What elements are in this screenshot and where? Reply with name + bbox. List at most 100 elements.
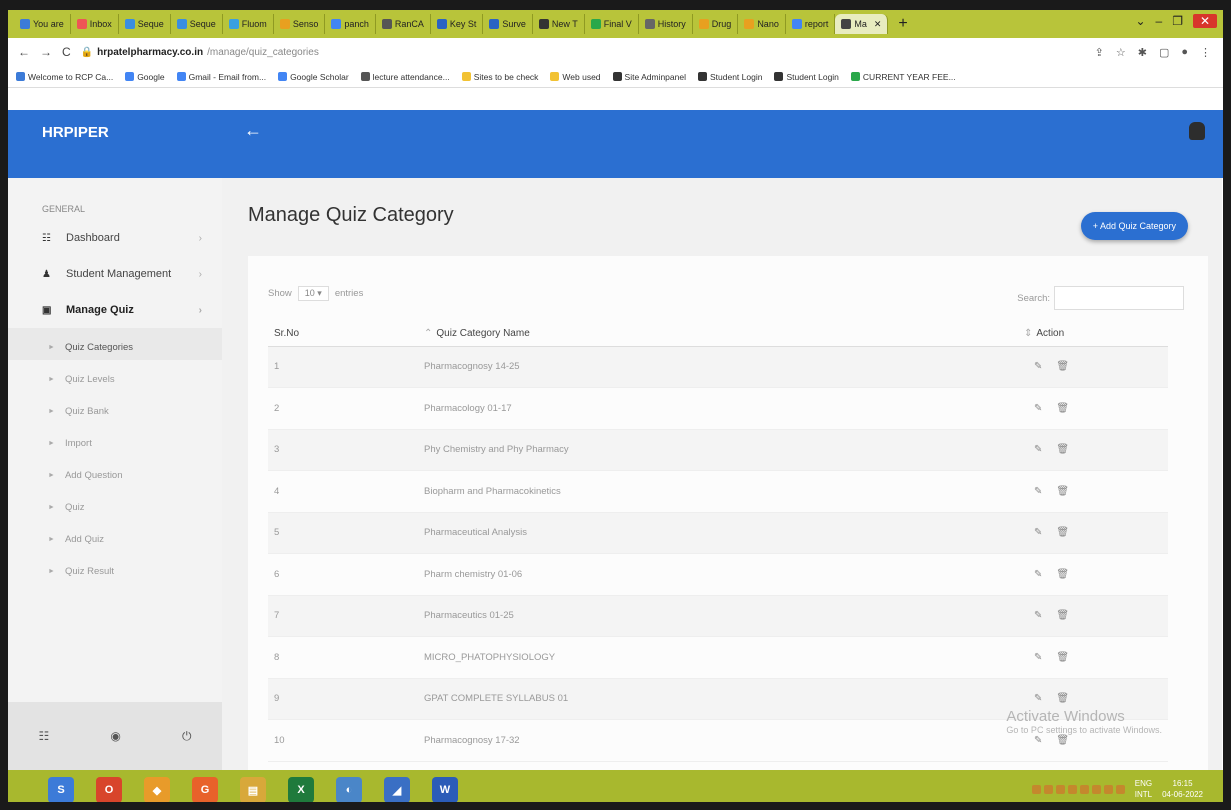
- taskbar-app-icon[interactable]: X: [288, 777, 314, 802]
- sidebar-subitem-quiz-bank[interactable]: ► Quiz Bank: [48, 406, 109, 417]
- browser-tab[interactable]: You are: [14, 14, 71, 34]
- tray-icon[interactable]: [1031, 784, 1041, 794]
- sidebar-subitem-quiz-result[interactable]: ► Quiz Result: [48, 566, 114, 577]
- browser-tab[interactable]: RanCA: [376, 14, 431, 34]
- bookmark-item[interactable]: Welcome to RCP Ca...: [16, 72, 113, 82]
- taskbar-app-icon[interactable]: G: [192, 777, 218, 802]
- share-icon[interactable]: ⇪: [1095, 46, 1104, 59]
- browser-tab[interactable]: Nano: [738, 14, 786, 34]
- back-nav-icon[interactable]: ←: [18, 45, 30, 59]
- grid-icon[interactable]: ☷: [39, 729, 50, 743]
- browser-tab[interactable]: Fluom: [223, 14, 274, 34]
- browser-tab[interactable]: Inbox: [71, 14, 119, 34]
- taskbar-app-icon[interactable]: ◆: [144, 777, 170, 802]
- browser-tab[interactable]: Ma ✕: [835, 14, 889, 34]
- taskbar-app-icon[interactable]: ◐: [336, 777, 362, 802]
- edit-icon[interactable]: ✎: [1034, 527, 1042, 538]
- edit-icon[interactable]: ✎: [1034, 652, 1042, 663]
- browser-tab[interactable]: History: [639, 14, 693, 34]
- tray-icon[interactable]: [1091, 784, 1101, 794]
- back-arrow-icon[interactable]: ←: [244, 120, 262, 141]
- extensions-icon[interactable]: ✱: [1138, 46, 1147, 59]
- browser-tab[interactable]: Key St: [431, 14, 484, 34]
- taskbar-app-icon[interactable]: ◢: [384, 777, 410, 802]
- chevron-down-icon[interactable]: ⌄: [1135, 14, 1145, 28]
- star-icon[interactable]: ☆: [1116, 46, 1126, 59]
- delete-icon[interactable]: 🗑: [1056, 361, 1069, 372]
- tray-icon[interactable]: [1067, 784, 1077, 794]
- minimize-icon[interactable]: –: [1156, 14, 1163, 28]
- bookmark-item[interactable]: Student Login: [697, 72, 762, 82]
- maximize-icon[interactable]: ❐: [1172, 14, 1183, 28]
- taskbar-app-icon[interactable]: O: [96, 777, 122, 802]
- delete-icon[interactable]: 🗑: [1056, 610, 1069, 621]
- delete-icon[interactable]: 🗑: [1056, 444, 1069, 455]
- edit-icon[interactable]: ✎: [1034, 486, 1042, 497]
- delete-icon[interactable]: 🗑: [1056, 569, 1069, 580]
- browser-tab[interactable]: Drug: [693, 14, 739, 34]
- column-header-category-name[interactable]: ⌃ Quiz Category Name: [418, 322, 1018, 347]
- sidebar-subitem-quiz[interactable]: ► Quiz: [48, 502, 84, 513]
- sidebar-subitem-quiz-categories[interactable]: ► Quiz Categories: [48, 342, 133, 353]
- sidebar-item-dashboard[interactable]: ☷ Dashboard ›: [42, 232, 202, 244]
- profile-icon[interactable]: ●: [1181, 46, 1188, 59]
- taskbar-app-icon[interactable]: W: [432, 777, 458, 802]
- browser-tab[interactable]: New T: [533, 14, 585, 34]
- language-indicator[interactable]: ENG INTL: [1135, 778, 1152, 800]
- bookmark-item[interactable]: Site Adminpanel: [612, 72, 686, 82]
- new-tab-icon[interactable]: +: [888, 15, 917, 33]
- sidebar-item-student-management[interactable]: ♟ Student Management ›: [42, 268, 202, 280]
- edit-icon[interactable]: ✎: [1034, 693, 1042, 704]
- delete-icon[interactable]: 🗑: [1056, 693, 1069, 704]
- browser-tab[interactable]: report: [786, 14, 836, 34]
- browser-tab[interactable]: Seque: [119, 14, 171, 34]
- taskbar-app-icon[interactable]: S: [48, 777, 74, 802]
- column-header-action[interactable]: ⇕ Action: [1018, 322, 1168, 347]
- browser-tab[interactable]: Senso: [274, 14, 326, 34]
- sidebar-subitem-add-quiz[interactable]: ► Add Quiz: [48, 534, 104, 545]
- bookmark-item[interactable]: Google Scholar: [278, 72, 349, 82]
- bookmark-item[interactable]: Web used: [550, 72, 601, 82]
- bookmark-item[interactable]: lecture attendance...: [360, 72, 450, 82]
- bookmark-item[interactable]: Sites to be check: [461, 72, 538, 82]
- bookmark-item[interactable]: Google: [125, 72, 165, 82]
- brand-logo[interactable]: HRPIPER: [42, 124, 109, 141]
- sidebar-subitem-quiz-levels[interactable]: ► Quiz Levels: [48, 374, 115, 385]
- sidebar-subitem-add-question[interactable]: ► Add Question: [48, 470, 123, 481]
- browser-tab[interactable]: panch: [325, 14, 376, 34]
- bookmark-item[interactable]: Student Login: [774, 72, 839, 82]
- edit-icon[interactable]: ✎: [1034, 403, 1042, 414]
- more-icon[interactable]: ⋮: [1200, 46, 1211, 59]
- add-quiz-category-button[interactable]: + Add Quiz Category: [1080, 212, 1188, 240]
- url-field[interactable]: 🔒 hrpatelpharmacy.co.in/manage/quiz_cate…: [81, 47, 319, 58]
- edit-icon[interactable]: ✎: [1034, 610, 1042, 621]
- avatar[interactable]: [1189, 122, 1205, 140]
- tray-icon[interactable]: [1103, 784, 1113, 794]
- power-icon[interactable]: ⏻: [182, 729, 192, 744]
- sidepanel-icon[interactable]: ▢: [1159, 46, 1169, 59]
- delete-icon[interactable]: 🗑: [1056, 486, 1069, 497]
- forward-nav-icon[interactable]: →: [40, 45, 52, 59]
- edit-icon[interactable]: ✎: [1034, 569, 1042, 580]
- column-header-srno[interactable]: Sr.No: [268, 322, 418, 347]
- edit-icon[interactable]: ✎: [1034, 735, 1042, 746]
- browser-tab[interactable]: Seque: [171, 14, 223, 34]
- sidebar-item-manage-quiz[interactable]: ▣ Manage Quiz ›: [42, 304, 202, 316]
- delete-icon[interactable]: 🗑: [1056, 735, 1069, 746]
- entries-select[interactable]: 10 ▾: [297, 286, 329, 301]
- reload-icon[interactable]: C: [62, 45, 71, 59]
- delete-icon[interactable]: 🗑: [1056, 403, 1069, 414]
- search-input[interactable]: [1054, 286, 1184, 310]
- bookmark-item[interactable]: Gmail - Email from...: [176, 72, 266, 82]
- eye-icon[interactable]: ◉: [110, 729, 120, 743]
- edit-icon[interactable]: ✎: [1034, 361, 1042, 372]
- tab-close-icon[interactable]: ✕: [874, 19, 882, 30]
- system-clock[interactable]: 16:15 04-06-2022: [1162, 778, 1203, 800]
- browser-tab[interactable]: Surve: [483, 14, 533, 34]
- close-window-icon[interactable]: ✕: [1193, 14, 1217, 28]
- taskbar-app-icon[interactable]: ▤: [240, 777, 266, 802]
- delete-icon[interactable]: 🗑: [1056, 527, 1069, 538]
- sidebar-subitem-import[interactable]: ► Import: [48, 438, 92, 449]
- bookmark-item[interactable]: CURRENT YEAR FEE...: [850, 72, 956, 82]
- tray-icon[interactable]: [1115, 784, 1125, 794]
